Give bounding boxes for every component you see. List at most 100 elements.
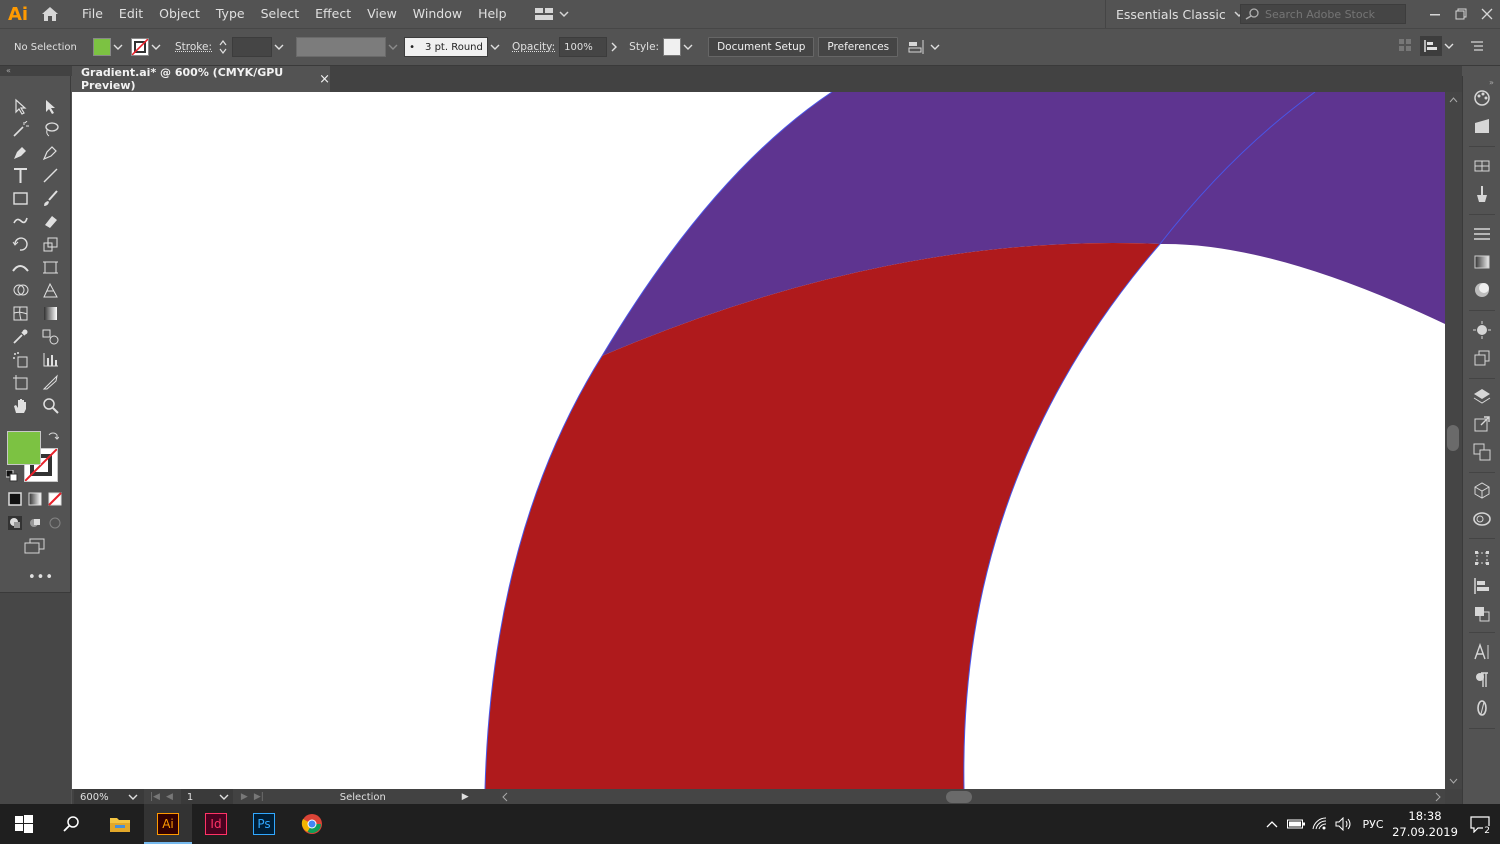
home-button[interactable] xyxy=(36,0,64,28)
volume-button[interactable] xyxy=(1332,804,1356,844)
eraser-tool[interactable] xyxy=(38,210,62,232)
illustrator-app[interactable]: Ai xyxy=(144,804,192,844)
language-indicator[interactable]: РУС xyxy=(1356,804,1390,844)
restore-button[interactable] xyxy=(1448,0,1474,28)
none-mode-button[interactable] xyxy=(48,492,62,509)
menu-view[interactable]: View xyxy=(359,0,405,28)
menu-edit[interactable]: Edit xyxy=(111,0,151,28)
libraries-button[interactable] xyxy=(1472,480,1492,500)
symbol-sprayer-tool[interactable] xyxy=(8,348,32,370)
stroke-label[interactable]: Stroke: xyxy=(175,41,212,53)
show-hidden-icons-button[interactable] xyxy=(1260,804,1284,844)
draw-inside-button[interactable] xyxy=(48,516,62,533)
stock-search-input[interactable] xyxy=(1265,7,1405,21)
shaper-tool[interactable] xyxy=(8,210,32,232)
arrange-align-button[interactable] xyxy=(908,40,940,54)
stock-search[interactable] xyxy=(1240,4,1406,24)
color-panel-button[interactable] xyxy=(1472,88,1492,108)
brush-definition[interactable]: • 3 pt. Round xyxy=(404,37,488,57)
type-tool[interactable] xyxy=(8,164,32,186)
close-window-button[interactable] xyxy=(1474,0,1500,28)
indesign-app[interactable]: Id xyxy=(192,804,240,844)
zoom-tool[interactable] xyxy=(38,394,62,416)
artboards-button[interactable] xyxy=(1472,442,1492,462)
curvature-tool[interactable] xyxy=(38,141,62,163)
stroke-stepper[interactable] xyxy=(216,36,230,58)
transparency-button[interactable] xyxy=(1472,280,1492,300)
blend-tool[interactable] xyxy=(38,325,62,347)
file-explorer-app[interactable] xyxy=(96,804,144,844)
opentype-button[interactable] xyxy=(1472,698,1492,718)
opacity-label[interactable]: Opacity: xyxy=(512,41,555,53)
last-artboard-button[interactable]: ▶| xyxy=(254,792,264,802)
vertical-scroll-thumb[interactable] xyxy=(1447,425,1459,451)
workspace-switcher[interactable]: Essentials Classic xyxy=(1105,0,1244,28)
export-button[interactable] xyxy=(1472,414,1492,434)
pen-tool[interactable] xyxy=(8,141,32,163)
line-segment-tool[interactable] xyxy=(38,164,62,186)
chrome-app[interactable] xyxy=(288,804,336,844)
panel-options-button[interactable] xyxy=(1398,38,1412,55)
start-button[interactable] xyxy=(0,804,48,844)
free-transform-tool[interactable] xyxy=(38,256,62,278)
horizontal-scrollbar[interactable] xyxy=(500,789,1445,805)
draw-normal-button[interactable] xyxy=(8,516,22,533)
clock[interactable]: 18:38 27.09.2019 xyxy=(1390,808,1460,840)
style-dropdown[interactable] xyxy=(681,37,695,57)
scale-tool[interactable] xyxy=(38,233,62,255)
swatches-button[interactable] xyxy=(1472,156,1492,176)
gradient-mode-button[interactable] xyxy=(28,492,42,509)
appearance-button[interactable] xyxy=(1472,320,1492,340)
selection-tool[interactable] xyxy=(8,95,32,117)
swap-fill-stroke-button[interactable] xyxy=(47,431,60,446)
horizontal-scroll-thumb[interactable] xyxy=(946,791,972,803)
fill-swatch[interactable] xyxy=(93,38,111,56)
align-button[interactable] xyxy=(1472,576,1492,596)
artboard-tool[interactable] xyxy=(8,371,32,393)
mesh-tool[interactable] xyxy=(8,302,32,324)
character-button[interactable] xyxy=(1472,642,1492,662)
opacity-arrow[interactable] xyxy=(607,37,621,57)
artboard-canvas[interactable] xyxy=(72,92,1445,789)
quick-actions-dropdown[interactable] xyxy=(1444,41,1454,53)
rectangle-tool[interactable] xyxy=(8,187,32,209)
photoshop-app[interactable]: Ps xyxy=(240,804,288,844)
layers-button[interactable] xyxy=(1472,386,1492,406)
rotate-tool[interactable] xyxy=(8,233,32,255)
document-setup-button[interactable]: Document Setup xyxy=(708,37,815,57)
graphic-styles-button[interactable] xyxy=(1472,348,1492,368)
fill-color-swatch[interactable] xyxy=(7,431,41,465)
profile-dropdown[interactable] xyxy=(386,37,400,57)
fill-dropdown[interactable] xyxy=(111,37,125,57)
paragraph-button[interactable] xyxy=(1472,670,1492,690)
variable-width-profile[interactable] xyxy=(296,37,386,57)
menu-window[interactable]: Window xyxy=(405,0,470,28)
shape-builder-tool[interactable] xyxy=(8,279,32,301)
stroke-dropdown[interactable] xyxy=(149,37,163,57)
stroke-weight-dropdown[interactable] xyxy=(272,37,286,57)
document-tab[interactable]: Gradient.ai* @ 600% (CMYK/GPU Preview) × xyxy=(72,66,330,92)
vertical-scrollbar[interactable] xyxy=(1445,92,1462,789)
menu-help[interactable]: Help xyxy=(470,0,515,28)
arrange-documents-button[interactable] xyxy=(534,8,569,20)
search-button[interactable] xyxy=(48,804,96,844)
prev-artboard-button[interactable]: ◀ xyxy=(166,792,173,802)
graphic-style-swatch[interactable] xyxy=(663,38,682,56)
opacity-field[interactable]: 100% xyxy=(559,37,608,57)
eyedropper-tool[interactable] xyxy=(8,325,32,347)
action-center-button[interactable]: 2 xyxy=(1460,804,1500,844)
toolbar-collapse[interactable]: « xyxy=(0,66,72,76)
dock-collapse[interactable]: » xyxy=(1489,78,1494,87)
draw-behind-button[interactable] xyxy=(28,516,42,533)
creative-cloud-button[interactable] xyxy=(1472,508,1492,528)
screen-mode-button[interactable] xyxy=(24,538,46,559)
control-menu-button[interactable] xyxy=(1471,41,1483,54)
pathfinder-button[interactable] xyxy=(1472,604,1492,624)
direct-selection-tool[interactable] xyxy=(38,95,62,117)
stroke-swatch[interactable] xyxy=(131,38,149,56)
preferences-button[interactable]: Preferences xyxy=(818,37,899,57)
width-tool[interactable] xyxy=(8,256,32,278)
paintbrush-tool[interactable] xyxy=(38,187,62,209)
status-menu-button[interactable]: ▶ xyxy=(462,792,469,802)
brush-dropdown[interactable] xyxy=(488,37,502,57)
